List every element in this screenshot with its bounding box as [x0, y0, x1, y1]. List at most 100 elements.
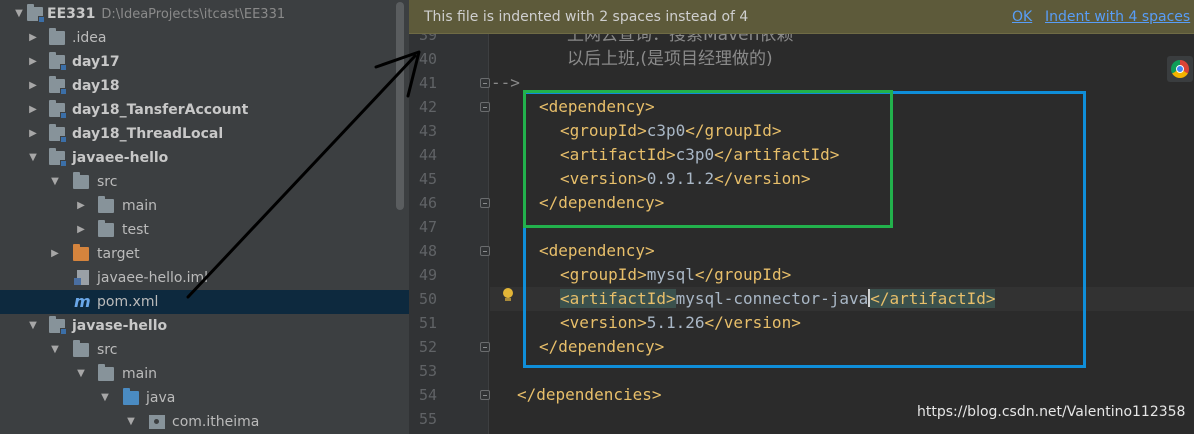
tree-item-label: day17: [72, 54, 120, 70]
line-number: 48: [418, 242, 437, 260]
folder-icon: [98, 196, 114, 213]
chevron-right-icon[interactable]: ▶: [28, 98, 38, 122]
code-editor[interactable]: 39 40 41 42 43 44 45 46 47 48 49 50 51 5…: [409, 0, 1194, 434]
fold-marker-icon[interactable]: [480, 78, 490, 88]
annotation-box-green: [523, 90, 893, 228]
line-number: 49: [418, 266, 437, 284]
line-number: 40: [418, 50, 437, 68]
tree-item-java[interactable]: ▼ java: [0, 386, 409, 410]
chevron-down-icon[interactable]: ▼: [50, 170, 60, 194]
tree-item-pom-xml[interactable]: m pom.xml: [0, 290, 409, 314]
tree-item-javase-hello[interactable]: ▼ javase-hello: [0, 314, 409, 338]
tree-item-label: java: [146, 390, 176, 406]
tree-item-javaee-hello[interactable]: ▼ javaee-hello: [0, 146, 409, 170]
line-number: 52: [418, 338, 437, 356]
indent-notification-bar: This file is indented with 2 spaces inst…: [409, 0, 1194, 34]
fold-marker-icon[interactable]: [480, 102, 490, 112]
fold-marker-icon[interactable]: [480, 390, 490, 400]
tree-item-day18[interactable]: ▶ day18: [0, 74, 409, 98]
module-folder-icon: [49, 316, 67, 335]
line-number: 42: [418, 98, 437, 116]
tree-item-label: day18_TansferAccount: [72, 102, 249, 118]
line-number: 54: [418, 386, 437, 404]
tree-item-main[interactable]: ▼ main: [0, 362, 409, 386]
chevron-right-icon[interactable]: ▶: [50, 242, 60, 266]
tree-item-label: javaee-hello.iml: [97, 270, 209, 286]
chevron-down-icon[interactable]: ▼: [28, 146, 38, 170]
tree-item-test[interactable]: ▶ test: [0, 218, 409, 242]
tree-item-day17[interactable]: ▶ day17: [0, 50, 409, 74]
chevron-right-icon[interactable]: ▶: [76, 194, 86, 218]
chevron-right-icon[interactable]: ▶: [28, 26, 38, 50]
tag-dependencies-close: </dependencies>: [517, 385, 662, 404]
line-number: 44: [418, 146, 437, 164]
excluded-folder-icon: [73, 244, 89, 261]
chevron-down-icon[interactable]: ▼: [100, 386, 110, 410]
tree-item-src[interactable]: ▼ src: [0, 170, 409, 194]
tree-item-target[interactable]: ▶ target: [0, 242, 409, 266]
tree-item-label: src: [97, 174, 118, 190]
notification-ok-link[interactable]: OK: [1012, 0, 1032, 34]
chevron-right-icon[interactable]: ▶: [76, 218, 86, 242]
chevron-right-icon[interactable]: ▶: [28, 122, 38, 146]
folder-icon: [49, 28, 65, 45]
chevron-down-icon[interactable]: ▼: [28, 314, 38, 338]
notification-text: This file is indented with 2 spaces inst…: [424, 9, 749, 25]
tree-item-label: EE331: [47, 6, 96, 22]
tree-item-label: src: [97, 342, 118, 358]
tree-item-day18-threadlocal[interactable]: ▶ day18_ThreadLocal: [0, 122, 409, 146]
line-number: 51: [418, 314, 437, 332]
line-number: 46: [418, 194, 437, 212]
tree-item-ee331[interactable]: ▼ EE331 D:\IdeaProjects\itcast\EE331: [0, 2, 409, 26]
tree-item-label: javase-hello: [72, 318, 168, 334]
line-number: 47: [418, 218, 437, 236]
tree-item-com-itheima[interactable]: ▼ com.itheima: [0, 410, 409, 434]
code-comment-line: 以后上班,(是项目经理做的): [567, 49, 773, 69]
module-folder-icon: [49, 148, 67, 167]
fold-marker-icon[interactable]: [480, 246, 490, 256]
chevron-down-icon[interactable]: ▼: [14, 2, 24, 26]
tree-item-idea[interactable]: ▶ .idea: [0, 26, 409, 50]
line-number: 50: [418, 290, 437, 308]
tree-item-src[interactable]: ▼ src: [0, 338, 409, 362]
editor-gutter: 39 40 41 42 43 44 45 46 47 48 49 50 51 5…: [409, 0, 490, 434]
indent-4-spaces-link[interactable]: Indent with 4 spaces: [1045, 0, 1190, 34]
module-folder-icon: [49, 52, 67, 71]
folder-icon: [73, 172, 89, 189]
lightbulb-icon[interactable]: [502, 288, 514, 302]
package-icon: [149, 415, 165, 429]
module-folder-icon: [49, 76, 67, 95]
chevron-down-icon[interactable]: ▼: [50, 338, 60, 362]
maven-file-icon: m: [74, 292, 91, 311]
folder-icon: [98, 220, 114, 237]
module-folder-icon: [49, 100, 67, 119]
project-tree: ▼ EE331 D:\IdeaProjects\itcast\EE331 ▶ .i…: [0, 0, 409, 434]
tree-item-label: main: [122, 366, 157, 382]
line-number: 53: [418, 362, 437, 380]
folder-icon: [98, 364, 114, 381]
source-folder-icon: [123, 388, 139, 405]
code-comment-close: -->: [491, 71, 520, 95]
folder-icon: [73, 340, 89, 357]
tree-item-javaee-hello-iml[interactable]: javaee-hello.iml: [0, 266, 409, 290]
tree-scrollbar[interactable]: [396, 2, 404, 210]
tree-item-main[interactable]: ▶ main: [0, 194, 409, 218]
tree-item-day18-tansferaccount[interactable]: ▶ day18_TansferAccount: [0, 98, 409, 122]
tree-item-label: main: [122, 198, 157, 214]
tree-item-label: .idea: [72, 30, 107, 46]
chevron-down-icon[interactable]: ▼: [76, 362, 86, 386]
tree-item-label: target: [97, 246, 140, 262]
line-number: 43: [418, 122, 437, 140]
iml-file-icon: [74, 270, 89, 285]
tree-item-label: day18_ThreadLocal: [72, 126, 224, 142]
fold-marker-icon[interactable]: [480, 342, 490, 352]
fold-marker-icon[interactable]: [480, 198, 490, 208]
watermark-text: https://blog.csdn.net/Valentino112358: [917, 404, 1186, 420]
code-line-54: </dependencies>: [517, 383, 662, 407]
line-number: 45: [418, 170, 437, 188]
chevron-right-icon[interactable]: ▶: [28, 50, 38, 74]
chevron-down-icon[interactable]: ▼: [126, 410, 136, 434]
chevron-right-icon[interactable]: ▶: [28, 74, 38, 98]
chrome-browser-icon[interactable]: [1167, 56, 1193, 82]
module-folder-icon: [27, 4, 45, 23]
